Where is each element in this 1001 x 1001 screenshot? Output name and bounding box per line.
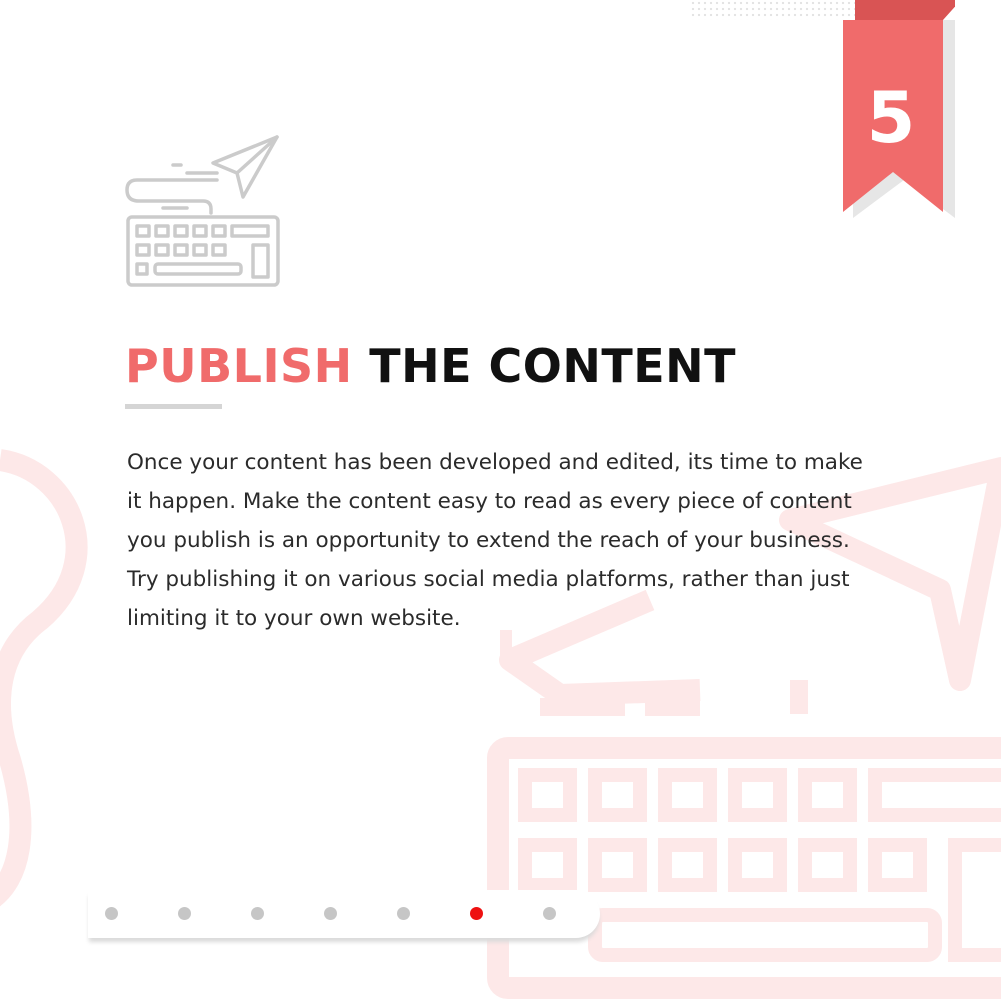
title-accent-word: PUBLISH [125,339,353,393]
pagination-dot-2[interactable] [178,907,191,920]
keyboard-paper-plane-icon [125,135,280,287]
pagination-dot-7[interactable] [543,907,556,920]
title-rest: THE CONTENT [369,339,737,393]
pagination-dot-4[interactable] [324,907,337,920]
pagination-bar [88,890,600,938]
title-underline [125,404,222,409]
pagination-dot-1[interactable] [105,907,118,920]
page-title: PUBLISH THE CONTENT [125,336,736,396]
pagination-dot-3[interactable] [251,907,264,920]
pagination-dot-5[interactable] [397,907,410,920]
pagination-dot-6[interactable] [470,907,483,920]
step-number: 5 [866,77,916,159]
body-paragraph: Once your content has been developed and… [127,450,863,631]
